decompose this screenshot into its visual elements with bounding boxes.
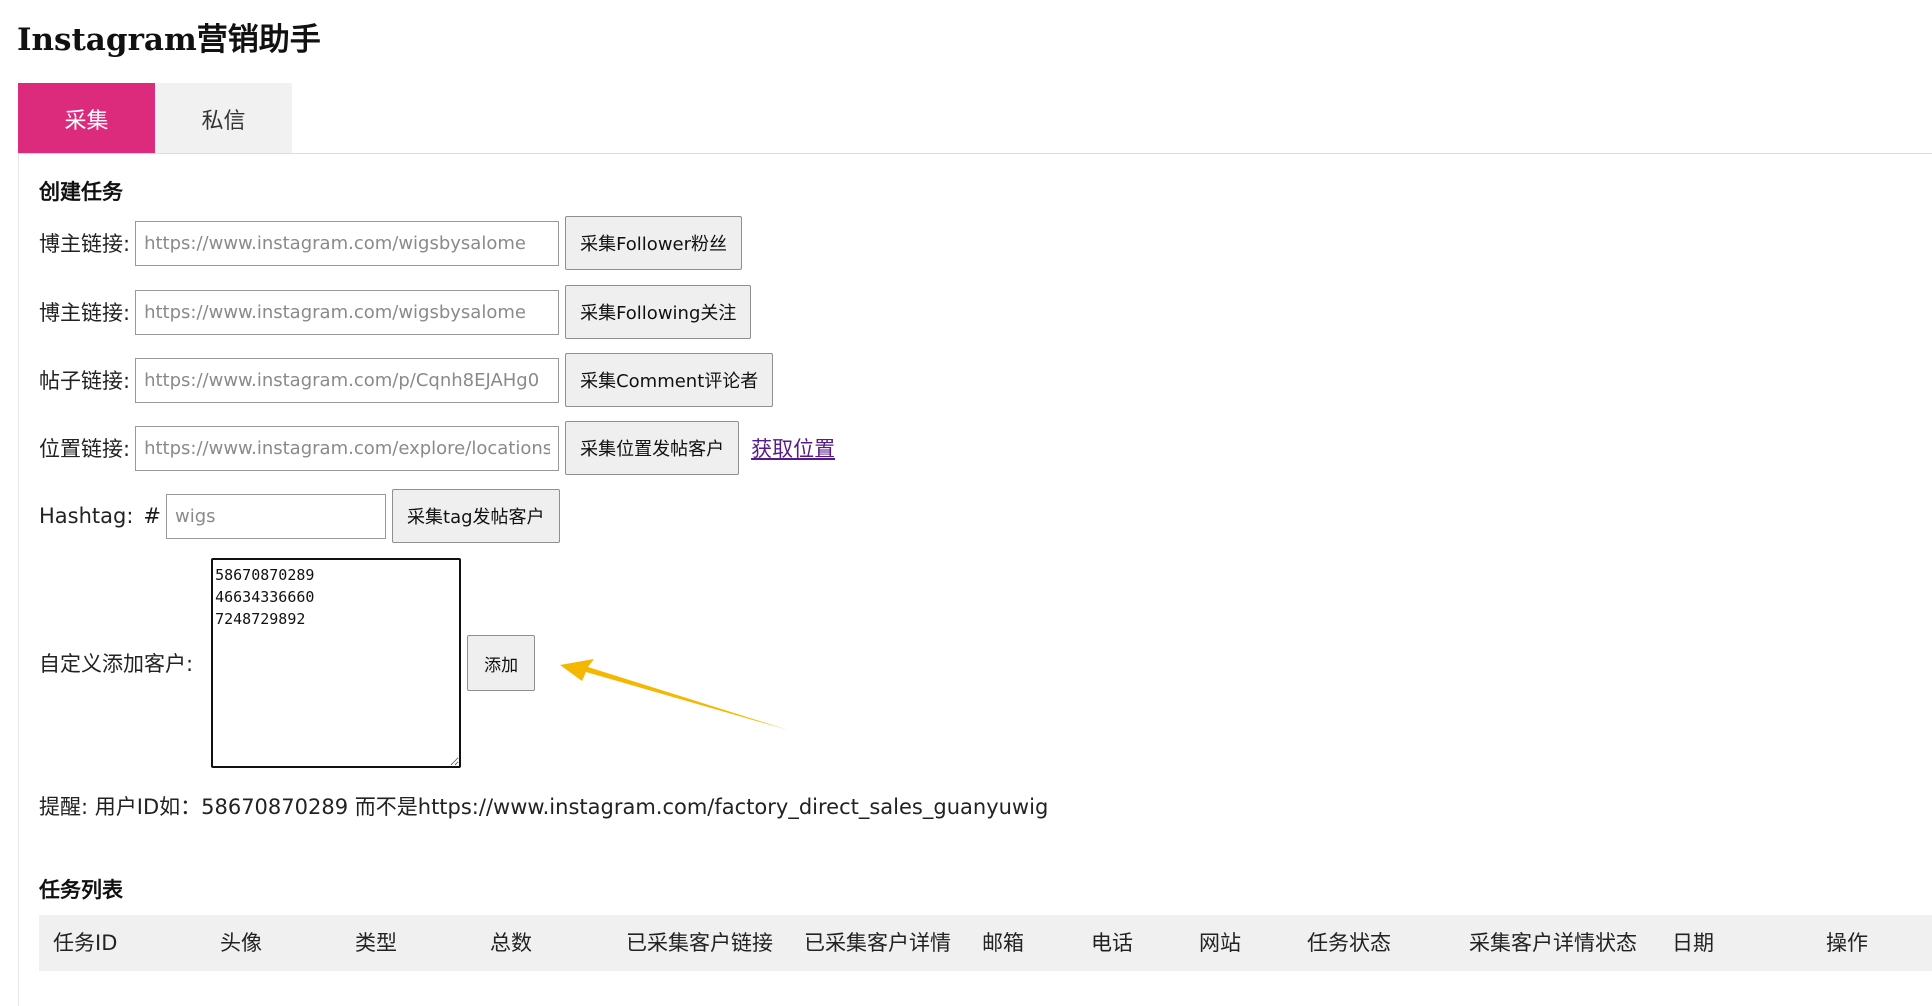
- column-header-email: 邮箱: [982, 931, 1024, 955]
- tab-divider: [18, 153, 1932, 154]
- blogger-link-label: 博主链接:: [39, 301, 131, 325]
- column-header-total: 总数: [490, 931, 532, 955]
- follower-blogger-url-input[interactable]: [135, 220, 560, 266]
- hashtag-input[interactable]: [166, 493, 387, 539]
- tab-bar: 采集 私信: [18, 83, 292, 154]
- panel-border: [18, 154, 19, 1006]
- column-header-phone: 电话: [1091, 931, 1133, 955]
- form-row-follower: 博主链接: 采集Follower粉丝: [39, 216, 743, 270]
- custom-add-label: 自定义添加客户:: [39, 652, 194, 676]
- create-task-title: 创建任务: [39, 180, 123, 204]
- form-row-location: 位置链接: 采集位置发帖客户 获取位置: [39, 421, 835, 475]
- task-list-title: 任务列表: [39, 878, 123, 902]
- get-location-link[interactable]: 获取位置: [751, 433, 835, 463]
- form-row-following: 博主链接: 采集Following关注: [39, 285, 752, 339]
- form-row-hashtag: Hashtag: # 采集tag发帖客户: [39, 489, 560, 543]
- location-url-input[interactable]: [135, 425, 560, 471]
- custom-customers-textarea[interactable]: [211, 558, 462, 768]
- column-header-collected-links: 已采集客户链接: [626, 931, 773, 955]
- task-table-header: 任务ID 头像 类型 总数 已采集客户链接 已采集客户详情 邮箱 电话 网站 任…: [39, 915, 1932, 971]
- column-header-avatar: 头像: [220, 931, 262, 955]
- form-row-custom: 自定义添加客户: 添加: [39, 558, 536, 768]
- annotation-arrow-icon: [560, 659, 788, 730]
- following-blogger-url-input[interactable]: [135, 289, 560, 335]
- column-header-detail-status: 采集客户详情状态: [1469, 931, 1637, 955]
- column-header-collected-details: 已采集客户详情: [804, 931, 951, 955]
- app-title: Instagram营销助手: [17, 22, 321, 58]
- form-row-comment: 帖子链接: 采集Comment评论者: [39, 353, 774, 407]
- column-header-task-status: 任务状态: [1307, 931, 1391, 955]
- collect-comment-button[interactable]: 采集Comment评论者: [565, 353, 774, 407]
- tab-direct-message[interactable]: 私信: [155, 83, 292, 154]
- add-button[interactable]: 添加: [467, 635, 536, 691]
- hash-sign: #: [143, 504, 162, 528]
- hashtag-label: Hashtag:: [39, 504, 134, 528]
- column-header-task-id: 任务ID: [53, 931, 118, 955]
- hint-text: 提醒: 用户ID如：58670870289 而不是https://www.ins…: [39, 795, 1049, 819]
- collect-following-button[interactable]: 采集Following关注: [565, 285, 752, 339]
- location-link-label: 位置链接:: [39, 437, 131, 461]
- collect-follower-button[interactable]: 采集Follower粉丝: [565, 216, 743, 270]
- collect-location-button[interactable]: 采集位置发帖客户: [565, 421, 740, 475]
- collect-tag-button[interactable]: 采集tag发帖客户: [392, 489, 560, 543]
- column-header-actions: 操作: [1826, 931, 1868, 955]
- post-link-label: 帖子链接:: [39, 369, 131, 393]
- blogger-link-label: 博主链接:: [39, 232, 131, 256]
- column-header-date: 日期: [1672, 931, 1714, 955]
- column-header-type: 类型: [355, 931, 397, 955]
- tab-collect[interactable]: 采集: [18, 83, 155, 154]
- post-url-input[interactable]: [135, 357, 560, 403]
- column-header-website: 网站: [1199, 931, 1241, 955]
